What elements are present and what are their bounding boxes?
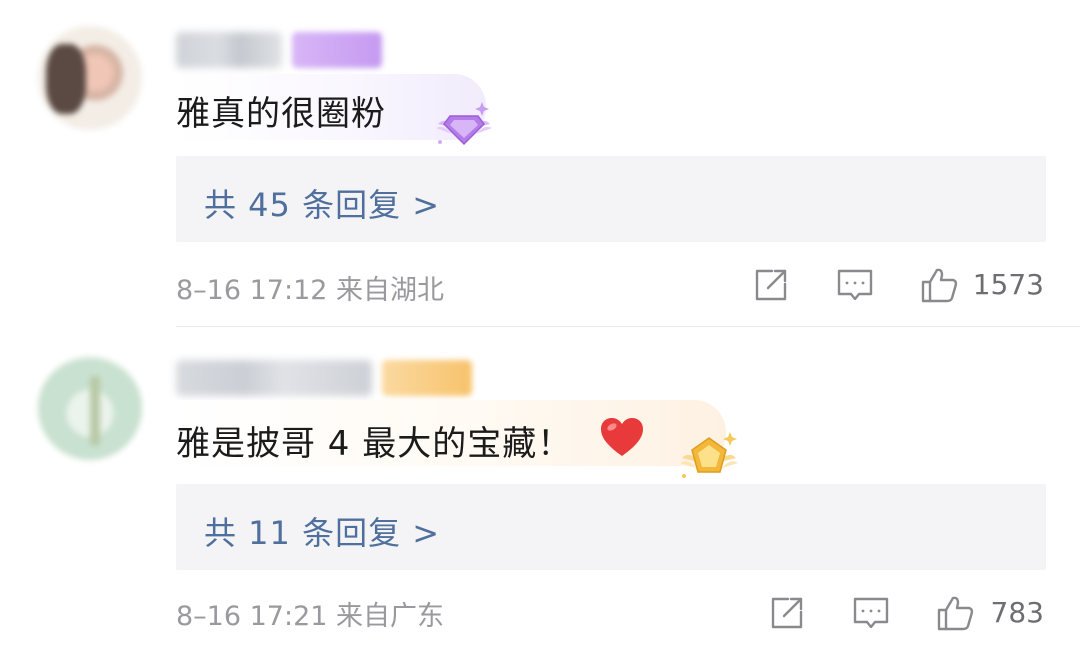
heart-emoji	[601, 418, 643, 456]
share-icon[interactable]	[768, 594, 806, 632]
user-badge-blurred	[292, 32, 382, 68]
view-replies-label: 共 11 条回复 >	[204, 514, 441, 552]
like-count: 1573	[972, 268, 1044, 301]
divider	[176, 326, 1080, 327]
comment-text: 雅是披哥 4 最大的宝藏！	[176, 424, 573, 464]
share-icon[interactable]	[752, 266, 790, 304]
view-replies-button[interactable]: 共 11 条回复 >	[176, 484, 1046, 570]
avatar[interactable]	[38, 356, 142, 460]
view-replies-button[interactable]: 共 45 条回复 >	[176, 156, 1046, 242]
gold-badge-icon	[680, 432, 738, 478]
like-count: 783	[990, 596, 1044, 629]
comment-item: 雅是披哥 4 最大的宝藏！ 共 11 条回复 > 8–16 17:21 来自广东…	[0, 328, 1080, 660]
view-replies-label: 共 45 条回复 >	[204, 186, 441, 224]
avatar[interactable]	[38, 26, 142, 130]
user-badge-blurred	[382, 360, 472, 396]
username-blurred[interactable]	[176, 32, 282, 68]
comment-meta: 8–16 17:21 来自广东	[176, 601, 445, 632]
comment-meta: 8–16 17:12 来自湖北	[176, 275, 445, 306]
comment-item: 雅真的很圈粉 共 45 条回复 > 8–16 17:12 来自湖北 1573	[0, 0, 1080, 328]
comment-text: 雅真的很圈粉	[176, 94, 386, 134]
comment-icon[interactable]	[836, 266, 874, 304]
username-blurred[interactable]	[176, 360, 372, 396]
like-icon[interactable]	[920, 266, 958, 304]
diamond-badge-icon	[436, 102, 492, 146]
like-icon[interactable]	[936, 594, 974, 632]
comment-icon[interactable]	[852, 594, 890, 632]
